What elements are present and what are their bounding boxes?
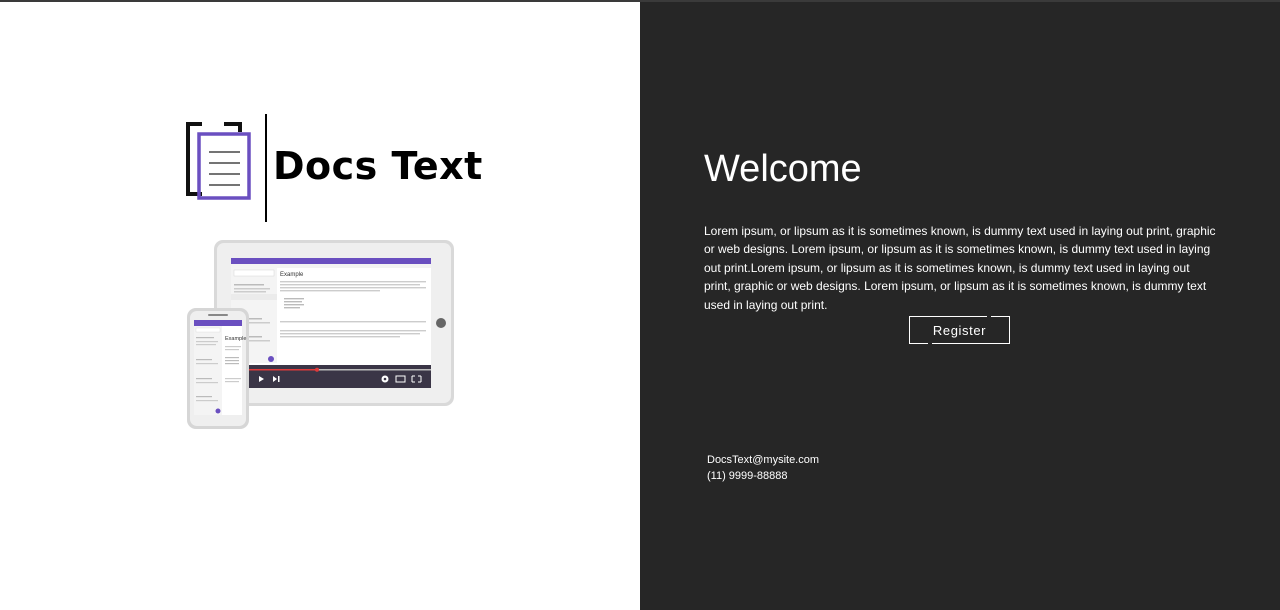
phone-doc-title: Example [225, 336, 246, 342]
welcome-body-text: Lorem ipsum, or lipsum as it is sometime… [704, 224, 1216, 312]
contact-email: DocsText@mysite.com [707, 454, 820, 466]
tablet-doc-title: Example [280, 272, 304, 278]
welcome-title: Welcome [704, 148, 862, 190]
register-button-label: Register [932, 322, 987, 338]
button-notch-top [987, 315, 991, 318]
contact-info: DocsText@mysite.com (11) 9999-88888 [707, 452, 819, 484]
devices-illustration: Example Example [187, 240, 454, 429]
register-button[interactable]: Register [909, 315, 1010, 345]
contact-phone: (11) 9999-88888 [707, 470, 788, 482]
brand-name: Docs Text [273, 144, 483, 188]
button-notch-bottom [928, 342, 932, 345]
logo: Docs Text [184, 114, 484, 226]
logo-divider [265, 114, 267, 222]
document-clipboard-icon [186, 122, 251, 200]
